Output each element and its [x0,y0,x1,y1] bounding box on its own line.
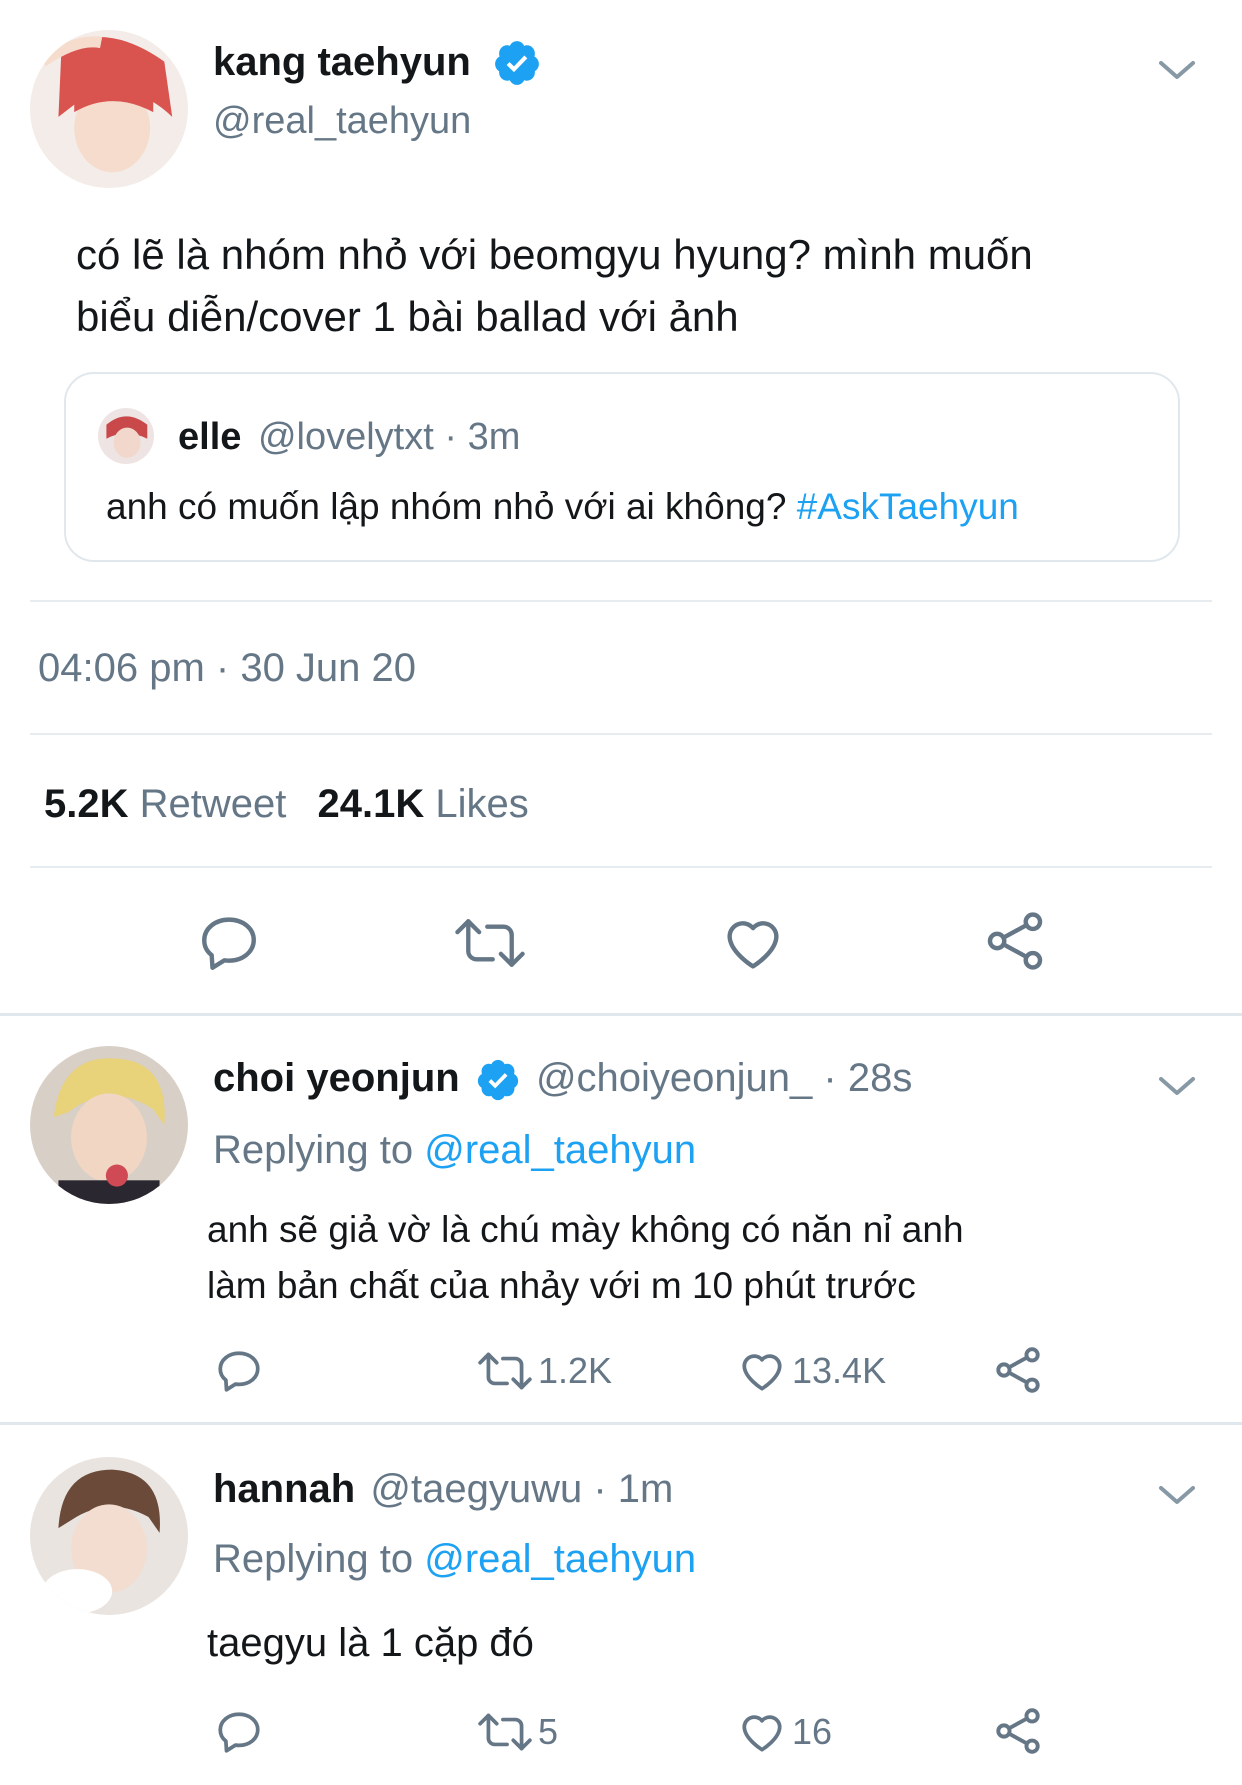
quoted-tweet-avatar [98,408,154,464]
share-icon[interactable] [992,1705,1044,1757]
chevron-down-icon[interactable] [1157,1480,1197,1510]
verified-badge-icon [475,1057,521,1103]
main-tweet-handle[interactable]: @real_taehyun [213,100,471,143]
chevron-down-icon[interactable] [1157,1071,1197,1101]
main-tweet-text-line: biểu diễn/cover 1 bài ballad với ảnh [76,293,739,340]
like-count[interactable]: 13.4K [792,1350,886,1392]
reply-icon[interactable] [214,1707,264,1757]
reply-icon[interactable] [214,1346,264,1396]
like-count[interactable]: 16 [792,1711,832,1753]
reply-handle[interactable]: @choiyeonjun_ [536,1056,812,1100]
reply-text-line: anh sẽ giả vờ là chú mày không có năn nỉ… [207,1209,964,1250]
reply-text: taegyu là 1 cặp đó [207,1621,534,1665]
reply-text: anh sẽ giả vờ là chú mày không có năn nỉ… [207,1202,964,1314]
quoted-display-name[interactable]: elle [178,416,241,458]
like-icon[interactable] [720,910,786,976]
quoted-hashtag[interactable]: #AskTaehyun [797,486,1019,527]
divider [30,866,1212,868]
replying-to-prefix: Replying to [213,1537,414,1581]
divider [30,600,1212,602]
replying-to-link[interactable]: @real_taehyun [424,1128,696,1172]
reply-tweet: hannah @taegyuwu · 1m Replying to @real_… [0,1425,1242,1785]
reply-icon[interactable] [196,910,262,976]
verified-badge-icon [492,38,542,88]
reply-display-name[interactable]: hannah [213,1467,355,1511]
retweet-count[interactable]: 1.2K [538,1350,612,1392]
reply-time: · 28s [823,1056,913,1100]
main-tweet-text-line: có lẽ là nhóm nhỏ với beomgyu hyung? mìn… [76,231,1033,278]
share-icon[interactable] [982,908,1048,974]
share-icon[interactable] [992,1344,1044,1396]
tweet-timestamp[interactable]: 04:06 pm · 30 Jun 20 [38,646,416,691]
main-tweet-avatar[interactable] [30,30,188,188]
reply-display-name[interactable]: choi yeonjun [213,1056,460,1100]
retweet-count[interactable]: 5 [538,1711,558,1753]
like-icon[interactable] [736,1346,788,1396]
main-tweet: kang taehyun @real_taehyun có lẽ là nhóm… [0,0,1242,1015]
retweet-count[interactable]: 5.2K [44,782,129,826]
retweet-icon[interactable] [476,1707,534,1757]
retweet-icon[interactable] [452,910,528,976]
engagement-stats: 5.2K Retweet 24.1K Likes [44,782,529,827]
retweet-label[interactable]: Retweet [140,782,287,826]
replying-to-prefix: Replying to [213,1128,414,1172]
quoted-text: anh có muốn lập nhóm nhỏ với ai không? [106,486,787,527]
chevron-down-icon[interactable] [1157,55,1197,85]
reply-avatar[interactable] [30,1457,188,1615]
retweet-icon[interactable] [476,1346,534,1396]
quoted-time: · 3m [444,416,521,458]
reply-tweet: choi yeonjun @choiyeonjun_ · 28s Replyin… [0,1016,1242,1422]
main-tweet-display-name[interactable]: kang taehyun [213,40,471,85]
likes-count[interactable]: 24.1K [318,782,425,826]
likes-label[interactable]: Likes [435,782,528,826]
reply-handle[interactable]: @taegyuwu [370,1467,582,1511]
reply-text-line: làm bản chất của nhảy với m 10 phút trướ… [207,1265,916,1306]
quoted-handle[interactable]: @lovelytxt [258,416,434,458]
like-icon[interactable] [736,1707,788,1757]
reply-avatar[interactable] [30,1046,188,1204]
main-tweet-text: có lẽ là nhóm nhỏ với beomgyu hyung? mìn… [76,224,1033,348]
replying-to-link[interactable]: @real_taehyun [424,1537,696,1581]
quoted-tweet-card[interactable]: elle @lovelytxt · 3m anh có muốn lập nhó… [64,372,1180,562]
reply-time: · 1m [593,1467,674,1511]
divider [30,733,1212,735]
